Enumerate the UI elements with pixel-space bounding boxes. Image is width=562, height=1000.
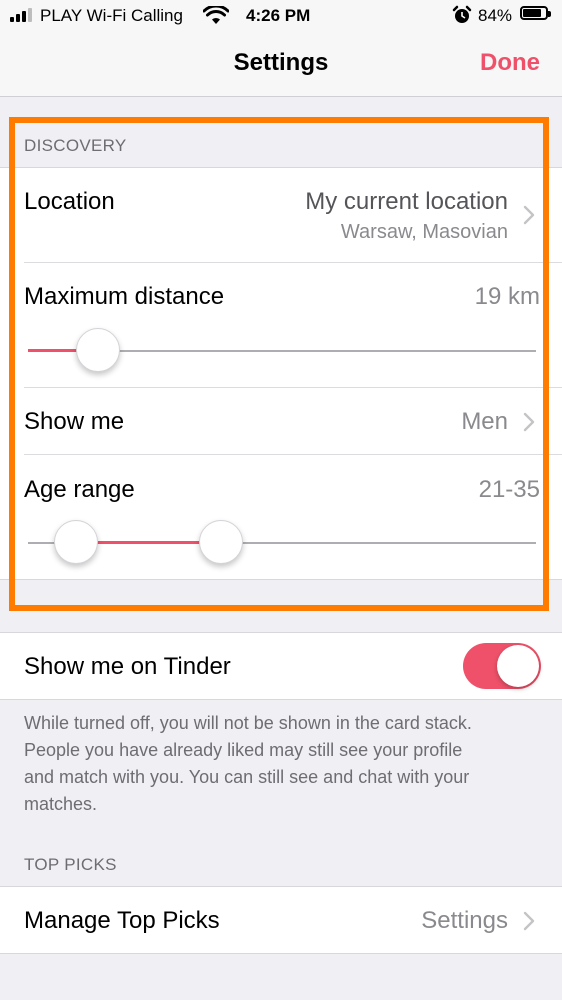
manage-top-picks-row[interactable]: Manage Top Picks Settings [0, 886, 562, 954]
manage-top-picks-label: Manage Top Picks [24, 907, 220, 934]
wifi-icon [203, 6, 229, 24]
chevron-right-icon [523, 911, 535, 931]
discovery-group: Location My current location Warsaw, Mas… [0, 167, 562, 580]
show-on-tinder-footnote: While turned off, you will not be shown … [24, 710, 544, 818]
age-range-value: 21-35 [478, 476, 540, 503]
status-bar: PLAY Wi-Fi Calling 4:26 PM 84% [0, 0, 562, 34]
battery-icon [520, 6, 551, 20]
show-me-value: Men [461, 408, 508, 435]
done-button[interactable]: Done [480, 49, 540, 77]
chevron-right-icon [523, 205, 535, 225]
discovery-section-header: DISCOVERY [24, 136, 127, 155]
manage-top-picks-value: Settings [421, 907, 508, 934]
age-slider-min-thumb[interactable] [54, 520, 98, 564]
location-sub-value: Warsaw, Masovian [340, 221, 508, 243]
age-range-row: Age range 21-35 [0, 455, 562, 579]
chevron-right-icon [523, 412, 535, 432]
alarm-clock-icon [452, 5, 472, 23]
footnote-line: matches. [24, 794, 98, 814]
max-distance-label: Maximum distance [24, 283, 225, 310]
age-slider-max-thumb[interactable] [199, 520, 243, 564]
top-bar: PLAY Wi-Fi Calling 4:26 PM 84% Settings … [0, 0, 562, 97]
carrier-name: PLAY Wi-Fi Calling [40, 6, 183, 25]
location-row[interactable]: Location My current location Warsaw, Mas… [0, 168, 562, 262]
page-title: Settings [233, 49, 329, 76]
footnote-line: People you have already liked may still … [24, 740, 463, 760]
footnote-line: and match with you. You can still see an… [24, 767, 470, 787]
location-value: My current location [305, 188, 508, 215]
show-on-tinder-row: Show me on Tinder [0, 632, 562, 700]
signal-strength-icon [10, 8, 34, 22]
battery-fill [523, 9, 541, 17]
top-picks-section-header: TOP PICKS [24, 855, 117, 874]
show-me-label: Show me [24, 408, 125, 435]
status-time: 4:26 PM [246, 6, 311, 25]
location-label: Location [24, 188, 115, 215]
footnote-line: While turned off, you will not be shown … [24, 713, 472, 733]
battery-percent: 84% [478, 6, 513, 25]
distance-slider-thumb[interactable] [76, 328, 120, 372]
show-on-tinder-toggle[interactable] [463, 643, 541, 689]
show-on-tinder-label: Show me on Tinder [24, 653, 231, 680]
age-range-label: Age range [24, 476, 135, 503]
max-distance-row: Maximum distance 19 km [0, 263, 562, 387]
toggle-knob [497, 645, 539, 687]
show-me-row[interactable]: Show me Men [0, 388, 562, 454]
max-distance-value: 19 km [474, 283, 540, 310]
